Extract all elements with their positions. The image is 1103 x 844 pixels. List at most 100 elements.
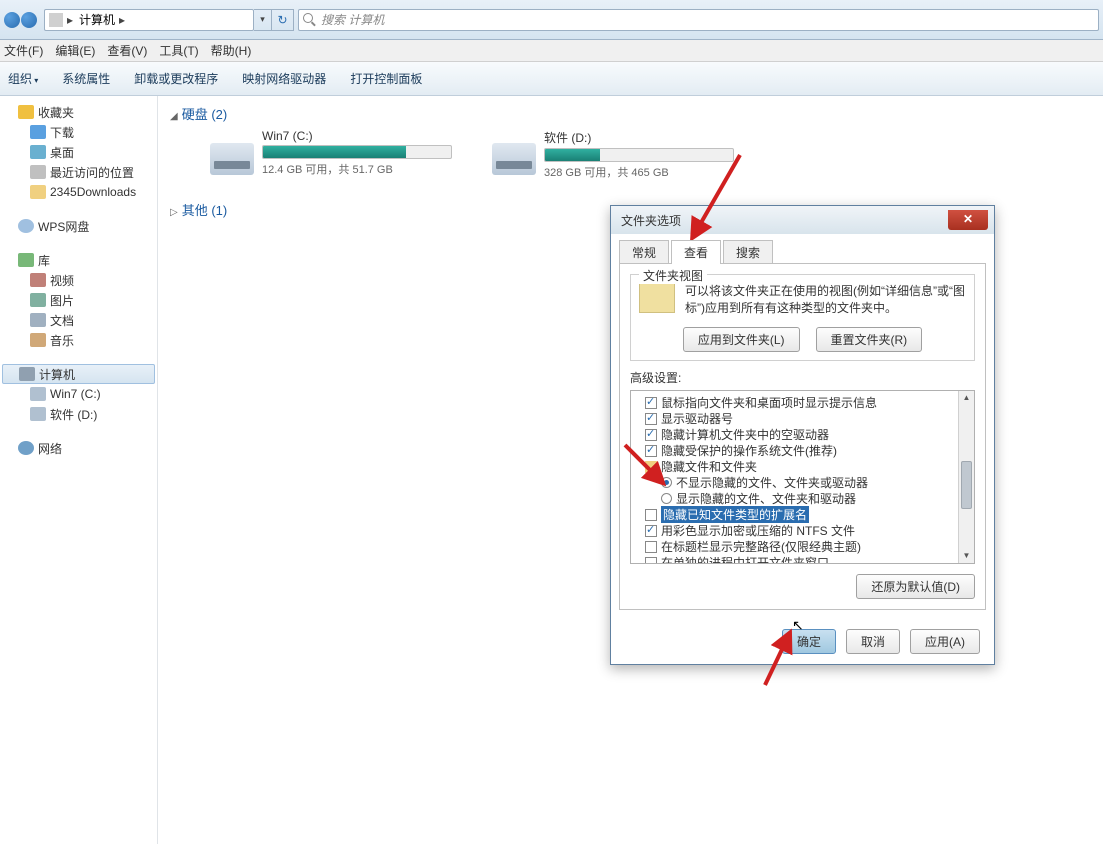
folder-view-label: 文件夹视图 xyxy=(639,267,707,284)
toolbar-organize[interactable]: 组织 xyxy=(8,70,38,87)
adv-item[interactable]: 隐藏计算机文件夹中的空驱动器 xyxy=(633,427,972,443)
ok-button[interactable]: 确定 xyxy=(782,629,836,654)
menu-file[interactable]: 文件(F) xyxy=(4,42,43,59)
drive-icon xyxy=(30,407,46,421)
dialog-titlebar[interactable]: 文件夹选项 ✕ xyxy=(611,206,994,234)
nav-forward-button[interactable] xyxy=(21,12,37,28)
checkbox-icon[interactable] xyxy=(645,557,657,564)
drive-d-name: 软件 (D:) xyxy=(544,129,734,146)
computer-icon xyxy=(19,367,35,381)
tab-general[interactable]: 常规 xyxy=(619,240,669,264)
download-icon xyxy=(30,125,46,139)
nav-back-button[interactable] xyxy=(4,12,20,28)
group-header-disks[interactable]: ◢硬盘 (2) xyxy=(170,104,1091,123)
collapse-icon: ▷ xyxy=(170,207,178,218)
sidebar-favorites[interactable]: 收藏夹 xyxy=(0,102,157,122)
drive-d-usage-bar xyxy=(544,148,734,162)
adv-item[interactable]: 隐藏受保护的操作系统文件(推荐) xyxy=(633,443,972,459)
adv-item[interactable]: 在标题栏显示完整路径(仅限经典主题) xyxy=(633,539,972,555)
star-icon xyxy=(18,105,34,119)
apply-to-folders-button[interactable]: 应用到文件夹(L) xyxy=(683,327,800,352)
sidebar-videos[interactable]: 视频 xyxy=(0,270,157,290)
computer-icon xyxy=(49,13,63,27)
apply-button[interactable]: 应用(A) xyxy=(910,629,980,654)
reset-folders-button[interactable]: 重置文件夹(R) xyxy=(816,327,923,352)
collapse-icon: ◢ xyxy=(170,111,178,122)
checkbox-icon[interactable] xyxy=(645,509,657,521)
document-icon xyxy=(30,313,46,327)
address-dropdown[interactable]: ▾ xyxy=(254,9,272,31)
adv-item-group: 隐藏文件和文件夹 xyxy=(633,459,972,475)
sidebar-libraries[interactable]: 库 xyxy=(0,250,157,270)
advanced-settings-list[interactable]: 鼠标指向文件夹和桌面项时显示提示信息 显示驱动器号 隐藏计算机文件夹中的空驱动器… xyxy=(630,390,975,564)
menu-view[interactable]: 查看(V) xyxy=(107,42,147,59)
refresh-button[interactable]: ↻ xyxy=(272,9,294,31)
restore-defaults-button[interactable]: 还原为默认值(D) xyxy=(856,574,975,599)
toolbar-control-panel[interactable]: 打开控制面板 xyxy=(350,70,422,87)
sidebar-2345downloads[interactable]: 2345Downloads xyxy=(0,182,157,202)
sidebar-recent[interactable]: 最近访问的位置 xyxy=(0,162,157,182)
radio-icon[interactable] xyxy=(661,493,672,504)
scroll-up-icon[interactable]: ▲ xyxy=(959,391,974,405)
toolbar: 组织 系统属性 卸载或更改程序 映射网络驱动器 打开控制面板 xyxy=(0,62,1103,96)
adv-item[interactable]: 鼠标指向文件夹和桌面项时显示提示信息 xyxy=(633,395,972,411)
sidebar-downloads[interactable]: 下载 xyxy=(0,122,157,142)
folder-view-icon xyxy=(639,283,675,313)
sidebar-computer[interactable]: 计算机 xyxy=(2,364,155,384)
toolbar-uninstall[interactable]: 卸载或更改程序 xyxy=(134,70,218,87)
cancel-button[interactable]: 取消 xyxy=(846,629,900,654)
checkbox-icon[interactable] xyxy=(645,429,657,441)
recent-icon xyxy=(30,165,46,179)
breadcrumb-arrow: ▸ xyxy=(67,13,79,27)
drive-c-stats: 12.4 GB 可用，共 51.7 GB xyxy=(262,161,452,177)
scroll-down-icon[interactable]: ▼ xyxy=(959,549,974,563)
dialog-title: 文件夹选项 xyxy=(621,212,681,229)
adv-item[interactable]: 不显示隐藏的文件、文件夹或驱动器 xyxy=(633,475,972,491)
drive-d[interactable]: 软件 (D:) 328 GB 可用，共 465 GB xyxy=(492,129,734,180)
search-placeholder: 搜索 计算机 xyxy=(321,11,384,28)
titlebar: ▸ 计算机 ▸ ▾ ↻ 搜索 计算机 xyxy=(0,0,1103,40)
search-input[interactable]: 搜索 计算机 xyxy=(298,9,1099,31)
adv-item[interactable]: 显示隐藏的文件、文件夹和驱动器 xyxy=(633,491,972,507)
toolbar-map-drive[interactable]: 映射网络驱动器 xyxy=(242,70,326,87)
adv-item[interactable]: 显示驱动器号 xyxy=(633,411,972,427)
sidebar-network[interactable]: 网络 xyxy=(0,438,157,458)
checkbox-icon[interactable] xyxy=(645,525,657,537)
folder-view-groupbox: 文件夹视图 可以将该文件夹正在使用的视图(例如“详细信息”或“图标”)应用到所有… xyxy=(630,274,975,361)
menu-help[interactable]: 帮助(H) xyxy=(211,42,252,59)
folder-options-dialog: 文件夹选项 ✕ 常规 查看 搜索 文件夹视图 可以将该文件夹正在使用的视图(例如… xyxy=(610,205,995,665)
dialog-tabs: 常规 查看 搜索 xyxy=(611,234,994,264)
sidebar-documents[interactable]: 文档 xyxy=(0,310,157,330)
checkbox-icon[interactable] xyxy=(645,397,657,409)
menu-tools[interactable]: 工具(T) xyxy=(159,42,198,59)
cloud-icon xyxy=(18,219,34,233)
sidebar-pictures[interactable]: 图片 xyxy=(0,290,157,310)
drive-c[interactable]: Win7 (C:) 12.4 GB 可用，共 51.7 GB xyxy=(210,129,452,180)
toolbar-system-properties[interactable]: 系统属性 xyxy=(62,70,110,87)
menu-edit[interactable]: 编辑(E) xyxy=(55,42,95,59)
tab-view[interactable]: 查看 xyxy=(671,240,721,264)
radio-icon[interactable] xyxy=(661,477,672,488)
adv-item[interactable]: 用彩色显示加密或压缩的 NTFS 文件 xyxy=(633,523,972,539)
checkbox-icon[interactable] xyxy=(645,541,657,553)
desktop-icon xyxy=(30,145,46,159)
address-bar[interactable]: ▸ 计算机 ▸ xyxy=(44,9,254,31)
folder-icon xyxy=(645,461,657,473)
dialog-footer: 确定 取消 应用(A) xyxy=(611,619,994,664)
sidebar-desktop[interactable]: 桌面 xyxy=(0,142,157,162)
checkbox-icon[interactable] xyxy=(645,413,657,425)
tab-search[interactable]: 搜索 xyxy=(723,240,773,264)
sidebar-music[interactable]: 音乐 xyxy=(0,330,157,350)
sidebar-drive-d[interactable]: 软件 (D:) xyxy=(0,404,157,424)
adv-item[interactable]: 在单独的进程中打开文件夹窗口 xyxy=(633,555,972,564)
breadcrumb-item[interactable]: 计算机 xyxy=(79,11,115,28)
dialog-close-button[interactable]: ✕ xyxy=(948,210,988,230)
scrollbar[interactable]: ▲ ▼ xyxy=(958,391,974,563)
drive-icon xyxy=(210,143,254,175)
checkbox-icon[interactable] xyxy=(645,445,657,457)
adv-item-hide-extensions[interactable]: 隐藏已知文件类型的扩展名 xyxy=(633,507,972,523)
sidebar-drive-c[interactable]: Win7 (C:) xyxy=(0,384,157,404)
sidebar-wps[interactable]: WPS网盘 xyxy=(0,216,157,236)
scroll-thumb[interactable] xyxy=(961,461,972,509)
drive-icon xyxy=(492,143,536,175)
